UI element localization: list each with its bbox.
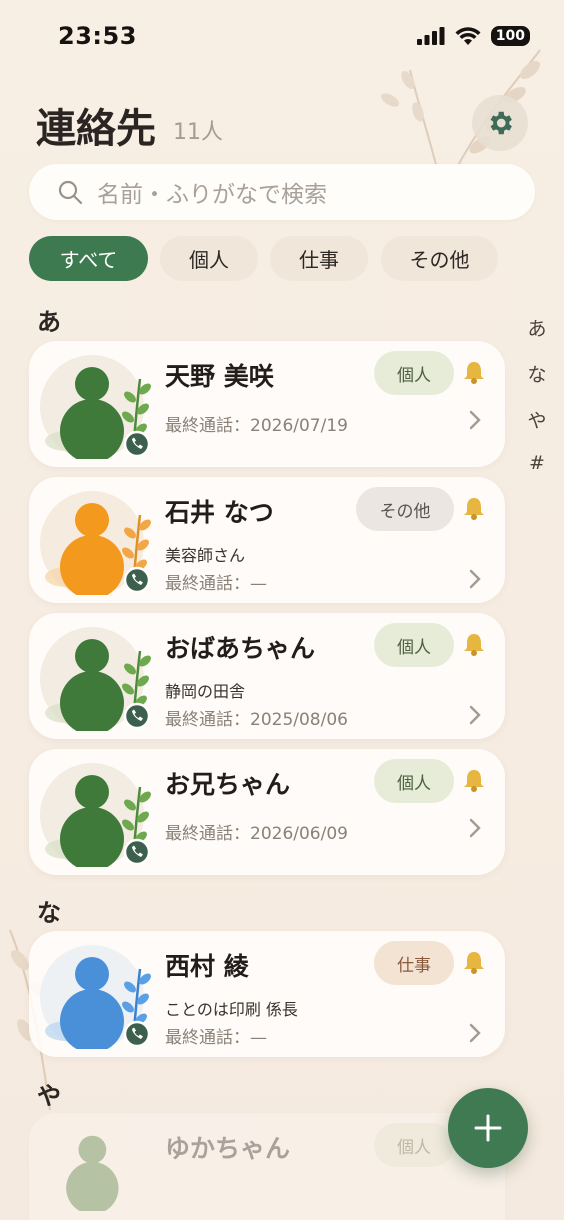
contact-card[interactable]: ゆかちゃん 個人 bbox=[29, 1113, 505, 1220]
plus-icon bbox=[474, 1114, 502, 1142]
chevron-right-icon bbox=[469, 705, 481, 725]
contact-card[interactable]: 天野 美咲 個人 最終通話：2026/07/19 bbox=[29, 341, 505, 467]
contact-note: 美容師さん bbox=[165, 546, 246, 565]
avatar bbox=[40, 491, 151, 595]
index-item-a[interactable]: あ bbox=[527, 314, 547, 341]
contact-name: ゆかちゃん bbox=[165, 1134, 291, 1163]
contact-name: おばあちゃん bbox=[165, 634, 316, 663]
last-call: 最終通話：2025/08/06 bbox=[165, 710, 348, 730]
contact-card[interactable]: お兄ちゃん 個人 最終通話：2026/06/09 bbox=[29, 749, 505, 875]
settings-button[interactable] bbox=[472, 95, 528, 151]
bell-icon[interactable] bbox=[461, 767, 487, 793]
index-item-na[interactable]: な bbox=[527, 360, 547, 387]
section-header-ya: や bbox=[37, 1082, 61, 1110]
contact-name: 西村 綾 bbox=[165, 952, 249, 981]
search-placeholder: 名前・ふりがなで検索 bbox=[97, 182, 327, 208]
add-contact-button[interactable] bbox=[448, 1088, 528, 1168]
tag-badge: その他 bbox=[356, 487, 454, 531]
tag-badge: 個人 bbox=[374, 351, 454, 395]
last-call: 最終通話：— bbox=[165, 1028, 267, 1048]
avatar bbox=[40, 355, 151, 459]
status-time: 23:53 bbox=[58, 22, 137, 50]
filter-chip-all[interactable]: すべて bbox=[29, 236, 148, 281]
contact-card[interactable]: 西村 綾 仕事 ことのは印刷 係長 最終通話：— bbox=[29, 931, 505, 1057]
search-input[interactable]: 名前・ふりがなで検索 bbox=[29, 164, 535, 220]
chevron-right-icon bbox=[469, 818, 481, 838]
last-call: 最終通話：2026/06/09 bbox=[165, 824, 348, 844]
tag-badge: 仕事 bbox=[374, 941, 454, 985]
section-header-a: あ bbox=[37, 308, 61, 336]
contact-note: 静岡の田舎 bbox=[165, 682, 246, 701]
avatar bbox=[40, 627, 151, 731]
contact-name: お兄ちゃん bbox=[165, 770, 291, 799]
index-item-ya[interactable]: や bbox=[527, 406, 547, 433]
bell-icon[interactable] bbox=[461, 631, 487, 657]
contact-card[interactable]: 石井 なつ その他 美容師さん 最終通話：— bbox=[29, 477, 505, 603]
search-icon bbox=[58, 180, 83, 205]
avatar bbox=[40, 945, 151, 1049]
avatar bbox=[40, 763, 151, 867]
filter-chip-work[interactable]: 仕事 bbox=[270, 236, 368, 281]
chevron-right-icon bbox=[469, 569, 481, 589]
last-call: 最終通話：2026/07/19 bbox=[165, 416, 348, 436]
contact-card[interactable]: おばあちゃん 個人 静岡の田舎 最終通話：2025/08/06 bbox=[29, 613, 505, 739]
chevron-right-icon bbox=[469, 410, 481, 430]
contact-count: 11人 bbox=[173, 120, 223, 145]
page-title: 連絡先 bbox=[36, 106, 156, 152]
contact-note: ことのは印刷 係長 bbox=[165, 1000, 298, 1019]
filter-chip-other[interactable]: その他 bbox=[381, 236, 498, 281]
filter-chip-personal[interactable]: 個人 bbox=[160, 236, 258, 281]
contact-name: 天野 美咲 bbox=[165, 362, 274, 391]
last-call: 最終通話：— bbox=[165, 574, 267, 594]
tag-badge: 個人 bbox=[374, 759, 454, 803]
gear-icon bbox=[490, 111, 512, 135]
tag-badge: 個人 bbox=[374, 623, 454, 667]
index-item-hash[interactable]: # bbox=[527, 452, 547, 474]
chevron-right-icon bbox=[469, 1023, 481, 1043]
bell-icon[interactable] bbox=[461, 359, 487, 385]
tag-badge: 個人 bbox=[374, 1123, 454, 1167]
bell-icon[interactable] bbox=[461, 495, 487, 521]
avatar bbox=[66, 1135, 119, 1211]
contact-name: 石井 なつ bbox=[165, 498, 274, 527]
bell-icon[interactable] bbox=[461, 949, 487, 975]
